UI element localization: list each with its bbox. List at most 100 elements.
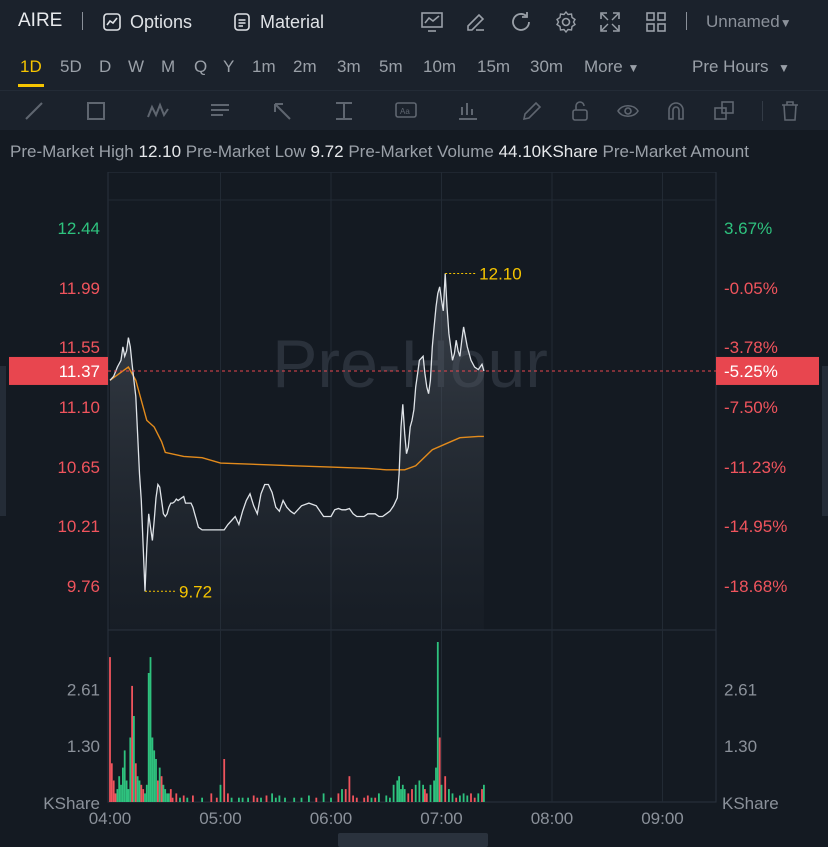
line-tool-icon[interactable]: ▾ <box>22 99 46 123</box>
trash-icon[interactable] <box>778 99 802 123</box>
volume-bar <box>122 767 124 802</box>
volume-bar <box>433 780 435 802</box>
price-range-tool-icon[interactable] <box>332 99 356 123</box>
chart-scrollbar[interactable] <box>338 833 488 847</box>
indicator-tool-icon[interactable] <box>456 99 480 123</box>
volume-bar <box>435 767 437 802</box>
volume-bar <box>149 657 152 802</box>
period-bar: 1D 5D D W M Q Y 1m 2m 3m 5m 10m 15m 30m More ▼ Pre Ho… <box>0 44 828 90</box>
volume-bar <box>337 793 340 802</box>
left-panel-handle[interactable] <box>0 366 6 516</box>
volume-bar <box>230 797 233 802</box>
period-q[interactable]: Q <box>194 57 207 77</box>
period-y[interactable]: Y <box>223 57 234 77</box>
volume-tick-label: 1.30 <box>67 737 100 756</box>
magnet-icon[interactable] <box>664 99 688 123</box>
edit-icon[interactable] <box>464 10 488 34</box>
period-5d[interactable]: 5D <box>60 57 82 77</box>
volume-bar <box>169 789 172 802</box>
volume-bar <box>265 795 268 802</box>
volume-unit-label: KShare <box>43 794 100 813</box>
price-tick-label: 10.65 <box>57 458 100 477</box>
options-label: Options <box>130 11 193 32</box>
volume-bar <box>370 797 373 802</box>
arrow-tool-icon[interactable] <box>270 99 294 123</box>
chart-canvas[interactable]: 04:00 05:00 06:00 07:00 08:00 09:00Pre-Hour12… <box>0 171 828 847</box>
volume-bar <box>201 797 203 802</box>
volume-bar <box>374 797 377 802</box>
eye-icon[interactable] <box>616 99 640 123</box>
volume-bar <box>158 767 161 802</box>
volume-bar <box>398 776 400 802</box>
volume-bar <box>140 784 143 802</box>
refresh-icon[interactable] <box>509 10 533 34</box>
more-periods-button[interactable]: More ▼ <box>584 57 639 77</box>
period-1d[interactable]: 1D <box>20 57 42 77</box>
wave-tool-icon[interactable] <box>146 99 170 123</box>
period-10m[interactable]: 10m <box>423 57 456 77</box>
gear-icon[interactable] <box>554 10 578 34</box>
brush-icon[interactable] <box>520 99 544 123</box>
volume-bar <box>392 784 395 802</box>
volume-bar <box>123 750 126 802</box>
period-1m[interactable]: 1m <box>252 57 276 77</box>
volume-bar <box>192 795 194 802</box>
volume-bar <box>429 784 432 802</box>
stats-row: Pre-Market High 12.10 Pre-Market Low 9.7… <box>10 142 749 162</box>
document-icon <box>234 13 250 31</box>
period-w[interactable]: W <box>128 57 144 77</box>
volume-bar <box>444 776 447 802</box>
volume-bar <box>136 776 139 802</box>
volume-bar <box>114 793 117 802</box>
low-marker-label: 9.72 <box>179 582 212 601</box>
period-15m[interactable]: 15m <box>477 57 510 77</box>
volume-bar <box>355 797 358 802</box>
layout-selector[interactable]: Unnamed▼ <box>706 12 792 32</box>
volume-bar <box>407 793 410 802</box>
volume-bar <box>247 797 249 802</box>
session-selector[interactable]: Pre Hours ▼ <box>692 57 790 77</box>
volume-bar <box>238 797 240 802</box>
volume-bar <box>300 797 303 802</box>
watermark: Pre-Hour <box>272 326 548 402</box>
volume-bar <box>470 793 472 802</box>
text-list-tool-icon[interactable] <box>208 99 232 123</box>
chart-settings-icon[interactable] <box>420 10 444 34</box>
period-5m[interactable]: 5m <box>379 57 403 77</box>
copy-icon[interactable] <box>712 99 736 123</box>
time-tick-label: 06:00 <box>310 809 353 828</box>
period-30m[interactable]: 30m <box>530 57 563 77</box>
material-label: Material <box>260 11 325 32</box>
period-m[interactable]: M <box>161 57 175 77</box>
period-3m[interactable]: 3m <box>337 57 361 77</box>
time-tick-label: 07:00 <box>420 809 463 828</box>
volume-bar <box>215 797 218 802</box>
lock-icon[interactable] <box>568 99 592 123</box>
fullscreen-icon[interactable] <box>598 10 622 34</box>
volume-bar <box>271 793 273 802</box>
volume-bar <box>330 797 332 802</box>
volume-bar <box>378 793 380 802</box>
period-2m[interactable]: 2m <box>293 57 317 77</box>
volume-bar <box>436 642 439 802</box>
volume-bar <box>171 797 174 802</box>
rectangle-tool-icon[interactable] <box>84 99 108 123</box>
volume-bar <box>153 750 156 802</box>
text-tool-icon[interactable]: Aa <box>394 99 418 123</box>
material-button[interactable]: Material <box>232 9 324 35</box>
right-panel-handle[interactable] <box>822 366 828 516</box>
amount-label: Pre-Market Amount <box>602 142 749 161</box>
volume-value: 44.10KShare <box>498 142 598 161</box>
price-tick-label: 11.55 <box>59 338 100 357</box>
period-d[interactable]: D <box>99 57 111 77</box>
current-price-value: 11.37 <box>59 362 100 381</box>
volume-bar <box>129 737 132 802</box>
volume-label: Pre-Market Volume <box>348 142 494 161</box>
volume-bar <box>145 784 148 802</box>
price-chart[interactable]: 04:00 05:00 06:00 07:00 08:00 09:00 Pre-Hour 12… <box>0 171 828 847</box>
volume-bar <box>418 780 421 802</box>
options-button[interactable]: Options <box>102 9 192 35</box>
grid-layout-icon[interactable] <box>644 10 668 34</box>
svg-text:Aa: Aa <box>400 107 410 116</box>
ticker-symbol[interactable]: AIRE <box>18 10 62 32</box>
